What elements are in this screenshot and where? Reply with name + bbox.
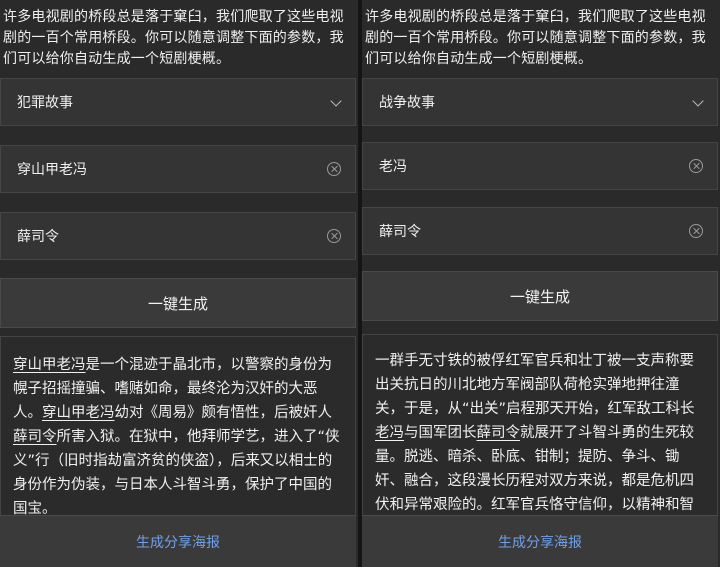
name1-value: 老冯 [379,159,407,175]
name2-input[interactable]: 薛司令 [362,207,718,255]
share-poster-button[interactable]: 生成分享海报 [0,515,356,567]
intro-text: 许多电视剧的桥段总是落于窠臼，我们爬取了这些电视剧的一百个常用桥段。你可以随意调… [365,9,706,67]
result-segment: 与国军团长 [404,425,477,441]
result-segment: 所害入狱。在狱中，他拜师学艺，进入了“侠义”行（旧时指劫富济贫的侠盗），后来又以… [13,429,340,517]
highlight-name: 穿山甲老冯 [13,357,86,373]
share-poster-button[interactable]: 生成分享海报 [362,515,718,567]
clear-circle-icon[interactable] [689,159,703,173]
genre-select[interactable]: 犯罪故事 [0,78,356,126]
chevron-down-icon [693,97,703,107]
name2-input[interactable]: 薛司令 [0,212,356,260]
highlight-name: 薛司令 [476,425,521,441]
clear-circle-icon[interactable] [327,229,341,243]
highlight-name: 老冯 [375,425,404,441]
result-text: 一群手无寸铁的被俘红军官兵和壮丁被一支声称要出关抗日的川北地方军阀部队荷枪实弹地… [375,345,705,541]
result-text: 穿山甲老冯是一个混迹于晶北市，以警察的身份为幌子招摇撞骗、嗜赌如命，最终沦为汉奸… [13,347,343,521]
generate-button[interactable]: 一键生成 [362,271,718,321]
clear-circle-icon[interactable] [689,224,703,238]
genre-value: 战争故事 [379,95,435,111]
name2-value: 薛司令 [17,229,59,245]
generate-button[interactable]: 一键生成 [0,278,356,328]
left-panel: 许多电视剧的桥段总是落于窠臼，我们爬取了这些电视剧的一百个常用桥段。你可以随意调… [0,0,358,567]
result-segment: 一群手无寸铁的被俘红军官兵和壮丁被一支声称要出关抗日的川北地方军阀部队荷枪实弹地… [375,353,695,417]
right-panel: 许多电视剧的桥段总是落于窠臼，我们爬取了这些电视剧的一百个常用桥段。你可以随意调… [362,0,720,567]
name1-input[interactable]: 穿山甲老冯 [0,145,356,193]
genre-value: 犯罪故事 [17,95,73,111]
name2-value: 薛司令 [379,224,421,240]
highlight-name: 薛司令 [13,429,57,445]
genre-select[interactable]: 战争故事 [362,78,718,126]
chevron-down-icon [331,97,341,107]
highlight-name: 穿山甲老冯 [42,405,115,421]
name1-input[interactable]: 老冯 [362,142,718,190]
result-segment: 幼对《周易》颇有悟性，后被奸人 [114,405,333,421]
intro-text: 许多电视剧的桥段总是落于窠臼，我们爬取了这些电视剧的一百个常用桥段。你可以随意调… [3,9,344,67]
clear-circle-icon[interactable] [327,162,341,176]
name1-value: 穿山甲老冯 [17,162,87,178]
